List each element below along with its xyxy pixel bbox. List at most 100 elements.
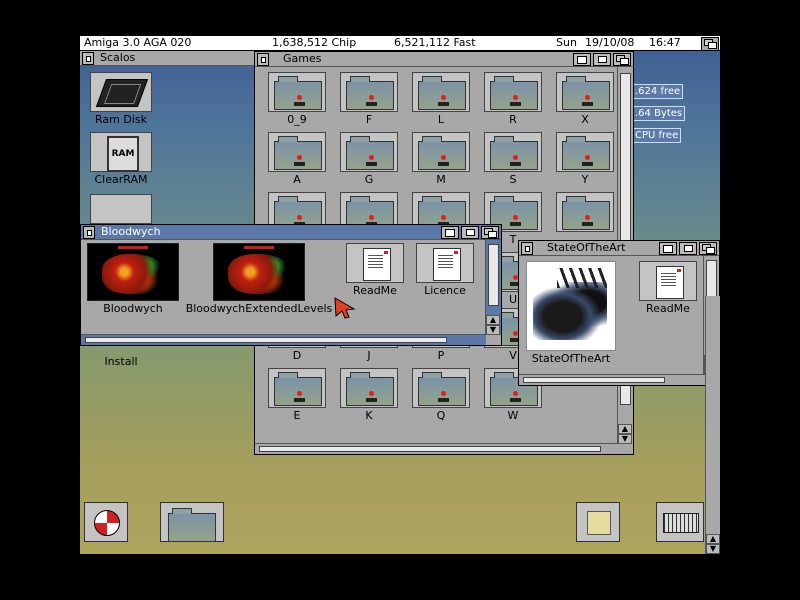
icon-label: ReadMe [353,284,397,297]
games-title-bar[interactable]: Games [255,52,633,67]
cpu-free-tag: CPU free [632,128,682,143]
scroll-up-arrow[interactable]: ▲ [486,315,500,325]
dragon-picture-icon [526,261,616,351]
os-version: Amiga 3.0 AGA 020 [84,36,192,49]
close-gadget[interactable] [83,226,95,239]
readme-icon[interactable]: ReadMe [633,261,703,315]
drawer-icon [556,72,614,112]
icon-label: ClearRAM [94,173,148,186]
date-label: 19/10/08 [585,36,635,49]
games-drawer-icon[interactable]: A [263,132,331,186]
close-gadget[interactable] [521,242,533,255]
games-drawer-icon[interactable]: M [407,132,475,186]
scalos-title-bar[interactable]: Scalos [80,51,258,66]
blank-dock-button[interactable] [576,502,620,542]
games-drawer-icon[interactable]: S [479,132,547,186]
bloodwych-extended-icon[interactable]: BloodwychExtendedLevels [183,243,335,315]
install-icon [90,194,152,224]
close-gadget[interactable] [257,53,269,66]
icon-label: A [293,173,301,186]
games-drawer-icon[interactable]: K [335,368,403,422]
bloodwych-title-bar[interactable]: Bloodwych [81,225,501,240]
screen-right-scrollbar[interactable]: ▲ ▼ [705,296,720,554]
horizontal-scrollbar[interactable] [81,334,486,345]
drawer-icon [412,368,470,408]
games-drawer-icon[interactable]: X [551,72,619,126]
boing-ball-icon [94,510,120,536]
icon-label: BloodwychExtendedLevels [185,302,333,315]
icon-label: E [293,409,301,422]
scroll-knob[interactable] [488,244,499,306]
time-label: 16:47 [649,36,681,49]
drawer-icon [556,132,614,172]
ram-disk-icon[interactable]: Ram Disk [86,72,156,126]
depth-gadget[interactable] [613,53,631,66]
licence-icon[interactable]: Licence [413,243,477,297]
keyboard-dock-button[interactable] [656,502,704,542]
depth-gadget[interactable] [699,242,717,255]
games-drawer-icon[interactable]: E [263,368,331,422]
boing-ball-button[interactable] [84,502,128,542]
scroll-knob[interactable] [259,446,601,452]
keyboard-icon [663,513,699,533]
drawer-icon [556,192,614,232]
games-drawer-icon[interactable]: R [479,72,547,126]
fast-memory: 6,521,112 Fast [394,36,476,49]
free-memory-tag: .624 free [632,84,684,99]
icon-label: R [509,113,517,126]
games-drawer-icon[interactable]: G [335,132,403,186]
close-gadget[interactable] [82,52,94,65]
stateoftheart-image-icon[interactable]: StateOfTheArt [525,261,617,365]
icon-label: Y [581,173,589,186]
games-drawer-icon[interactable]: L [407,72,475,126]
scroll-knob[interactable] [523,377,665,383]
scroll-knob[interactable] [85,337,447,343]
iconify-gadget[interactable] [573,53,591,66]
drawer-icon [340,368,398,408]
games-drawer-icon[interactable]: 0_9 [263,72,331,126]
stateoftheart-window: StateOfTheArt ▲ ▼ StateOfTheArt ReadMe [518,240,720,386]
icon-label: D [292,349,302,362]
drawer-dock-button[interactable] [160,502,224,542]
drawer-icon [412,72,470,112]
readme-icon[interactable]: ReadMe [343,243,407,297]
icon-label: P [437,349,445,362]
document-icon [346,243,404,283]
background-info: .624 free .64 Bytes CPU free [632,84,720,144]
icon-label: S [509,173,517,186]
zoom-gadget[interactable] [461,226,479,239]
day-label: Sun [556,36,577,49]
scroll-up-arrow[interactable]: ▲ [618,424,632,434]
stateoftheart-title-bar[interactable]: StateOfTheArt [519,241,719,256]
iconify-gadget[interactable] [441,226,459,239]
screen-depth-gadget[interactable] [701,37,719,51]
bloodwych-game-icon[interactable]: Bloodwych [85,243,181,315]
document-icon [639,261,697,301]
vertical-scrollbar[interactable]: ▲ ▼ [485,240,501,335]
scroll-down-arrow[interactable]: ▼ [618,434,632,444]
games-drawer-icon[interactable]: Y [551,132,619,186]
games-horizontal-scrollbar[interactable] [255,443,618,454]
iconify-gadget[interactable] [659,242,677,255]
window-title: StateOfTheArt [547,241,626,254]
window-title: Bloodwych [101,225,161,238]
icon-label: K [365,409,373,422]
games-drawer-icon[interactable]: Q [407,368,475,422]
bloodwych-window: Bloodwych ▲ ▼ Bloodwych BloodwychExtende… [80,224,502,346]
depth-gadget[interactable] [481,226,499,239]
clearram-icon[interactable]: RAM ClearRAM [86,132,156,186]
scroll-down-arrow[interactable]: ▼ [486,325,500,335]
zoom-gadget[interactable] [593,53,611,66]
drawer-icon [166,505,218,542]
chip-icon [90,72,152,112]
games-drawer-icon[interactable]: F [335,72,403,126]
install-drawer-icon[interactable] [86,194,156,224]
games-drawer-icon[interactable] [551,192,619,233]
install-icon-label[interactable]: Install [86,354,156,368]
zoom-gadget[interactable] [679,242,697,255]
scroll-up-arrow[interactable]: ▲ [706,534,720,544]
horizontal-scrollbar[interactable] [519,374,704,385]
bytes-tag: .64 Bytes [632,106,686,121]
icon-label: Ram Disk [95,113,147,126]
scroll-down-arrow[interactable]: ▼ [706,544,720,554]
